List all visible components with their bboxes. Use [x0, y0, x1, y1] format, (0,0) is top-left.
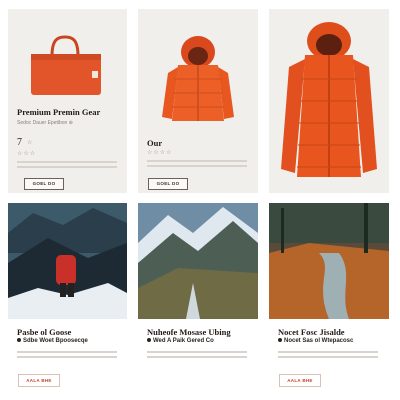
- rating-stars-row: ☆☆☆: [17, 150, 37, 157]
- product-button[interactable]: GOEL DO: [148, 178, 188, 190]
- product-title: Premium Premin Gear: [17, 107, 101, 117]
- story-subtitle-text: Sdbe Woet Bpoosecqe: [23, 338, 88, 344]
- story-card-1[interactable]: Pasbe ol Goose Sdbe Woet Bpoosecqe AALA …: [8, 203, 127, 400]
- description-line: [17, 161, 117, 163]
- description-line: [17, 166, 117, 168]
- product-button[interactable]: GOEL DO: [24, 178, 64, 190]
- story-subtitle: Nocet Sas ol Wtepacosc: [278, 338, 353, 344]
- story-subtitle: Sdbe Woet Bpoosecqe: [17, 338, 88, 344]
- bullet-dot: [278, 338, 282, 343]
- rating-stars: ☆☆☆☆: [147, 149, 173, 156]
- rating-stars: ☆: [27, 139, 34, 146]
- snowy-mountain-image: [138, 203, 258, 319]
- description-line: [147, 160, 247, 162]
- story-subtitle-text: Nocet Sas ol Wtepacosc: [284, 338, 354, 344]
- description-line: [17, 351, 117, 353]
- product-card-2[interactable]: Our ☆☆☆☆ GOEL DO: [138, 9, 258, 193]
- product-title: Our: [147, 138, 163, 148]
- description-line: [278, 351, 378, 353]
- story-title: Nuheofe Mosase Ubing: [147, 327, 231, 337]
- description-line: [147, 356, 247, 358]
- autumn-forest-image: [269, 203, 389, 319]
- product-card-3[interactable]: [269, 9, 389, 193]
- rating-number: 7: [17, 137, 22, 148]
- orange-hooded-down-jacket-image: [269, 9, 389, 193]
- mountain-hiker-image: [8, 203, 127, 319]
- read-more-button[interactable]: AALA BHE: [279, 374, 321, 387]
- description-line: [278, 356, 378, 358]
- description-line: [147, 351, 247, 353]
- story-subtitle: Wed A Paik Gered Co: [147, 338, 214, 344]
- product-meta: Sedoc Dauer Epetibon ⊛: [17, 120, 73, 126]
- orange-duffel-bag-image: [8, 9, 127, 109]
- story-title: Nocet Fosc Jisalde: [278, 327, 345, 337]
- description-line: [147, 165, 247, 167]
- story-card-2[interactable]: Nuheofe Mosase Ubing Wed A Paik Gered Co: [138, 203, 258, 400]
- read-more-button[interactable]: AALA BHE: [18, 374, 60, 387]
- product-card-1[interactable]: Premium Premin Gear Sedoc Dauer Epetibon…: [8, 9, 127, 193]
- description-line: [17, 356, 117, 358]
- bullet-dot: [17, 338, 21, 343]
- story-subtitle-text: Wed A Paik Gered Co: [153, 338, 214, 344]
- story-title: Pasbe ol Goose: [17, 327, 72, 337]
- orange-puffer-jacket-image: [138, 9, 258, 129]
- story-card-3[interactable]: Nocet Fosc Jisalde Nocet Sas ol Wtepacos…: [269, 203, 389, 400]
- bullet-dot: [147, 338, 151, 343]
